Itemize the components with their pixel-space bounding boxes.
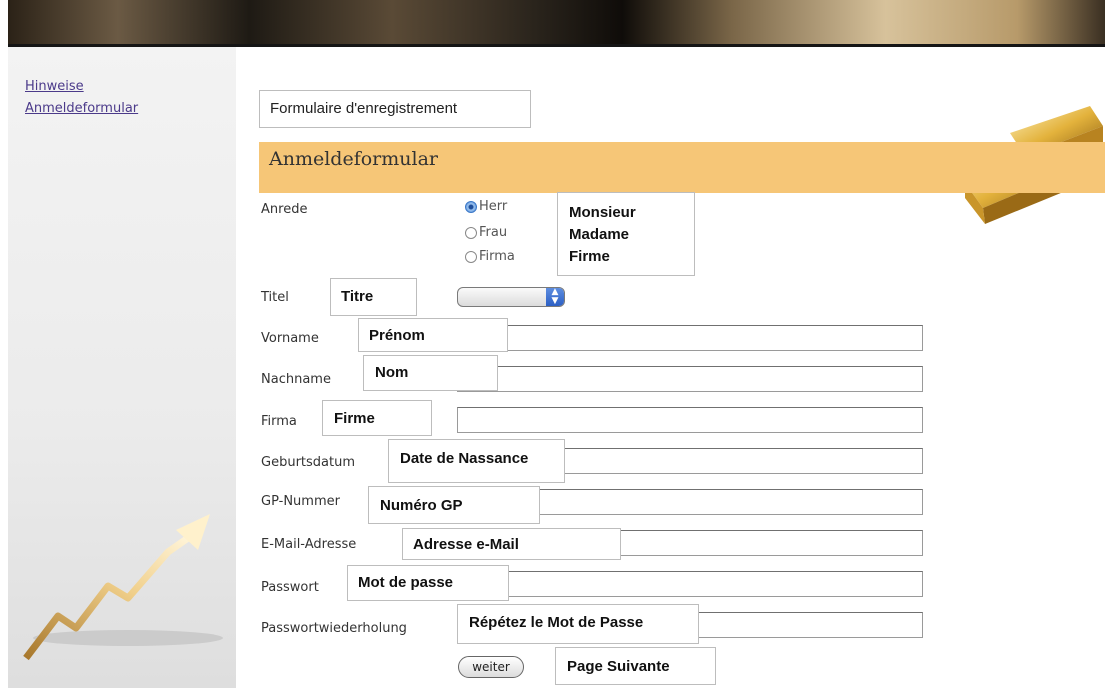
firma-translation: Firme — [322, 400, 432, 436]
translation-line: Madame — [569, 226, 630, 243]
sidebar-link-hinweise[interactable]: Hinweise — [25, 79, 84, 94]
nachname-label: Nachname — [261, 372, 331, 387]
passwort-translation: Mot de passe — [347, 565, 509, 601]
nachname-input[interactable] — [457, 366, 923, 392]
translation-line: Firme — [569, 248, 610, 265]
radio-selected-icon[interactable] — [465, 200, 477, 213]
translation-title: Formulaire d'enregistrement — [259, 90, 531, 128]
firma-label: Firma — [261, 414, 297, 429]
geburtsdatum-translation: Date de Nassance — [388, 439, 565, 483]
select-arrows-icon: ▲ ▼ — [546, 288, 564, 306]
radio-icon[interactable] — [465, 226, 477, 239]
passwort-wiederholung-translation: Répétez le Mot de Passe — [457, 604, 699, 644]
titel-select[interactable]: ▲ ▼ — [457, 287, 565, 307]
gp-nummer-translation: Numéro GP — [368, 486, 540, 524]
radio-label-herr: Herr — [479, 199, 508, 214]
vorname-translation: Prénom — [358, 318, 508, 352]
anrede-label: Anrede — [261, 202, 308, 217]
passwort-label: Passwort — [261, 580, 319, 595]
gp-nummer-label: GP-Nummer — [261, 494, 340, 509]
titel-translation: Titre — [330, 278, 417, 316]
radio-label-frau: Frau — [479, 225, 508, 240]
firma-input[interactable] — [457, 407, 923, 433]
sidebar-link-anmeldeformular[interactable]: Anmeldeformular — [25, 101, 138, 116]
translation-line: Monsieur — [569, 204, 636, 221]
passwort-wiederholung-label: Passwortwiederholung — [261, 621, 407, 636]
passwort-input[interactable] — [457, 571, 923, 597]
radio-icon[interactable] — [465, 250, 477, 263]
section-heading-text: Anmeldeformular — [269, 148, 438, 170]
radio-herr[interactable]: Herr — [465, 199, 507, 214]
nachname-translation: Nom — [363, 355, 498, 391]
section-heading: Anmeldeformular — [259, 142, 1105, 193]
weiter-translation: Page Suivante — [555, 647, 716, 685]
radio-frau[interactable]: Frau — [465, 225, 507, 240]
vorname-input[interactable] — [457, 325, 923, 351]
radio-firma[interactable]: Firma — [465, 249, 515, 264]
vorname-label: Vorname — [261, 331, 319, 346]
header-banner — [8, 0, 1105, 44]
titel-label: Titel — [261, 290, 289, 305]
email-translation: Adresse e-Mail — [402, 528, 621, 560]
anrede-translation: Monsieur Madame Firme — [557, 192, 695, 276]
rising-arrow-graphic — [23, 514, 223, 661]
radio-label-firma: Firma — [479, 249, 515, 264]
weiter-button[interactable]: weiter — [458, 656, 524, 678]
geburtsdatum-label: Geburtsdatum — [261, 455, 355, 470]
email-label: E-Mail-Adresse — [261, 537, 357, 552]
